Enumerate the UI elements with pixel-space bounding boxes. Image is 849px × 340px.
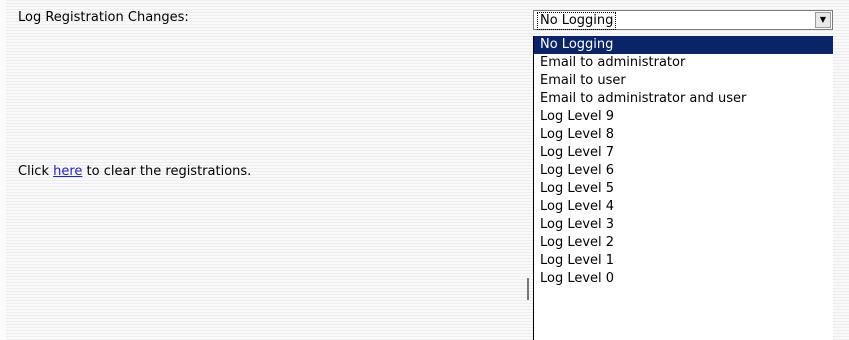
chevron-down-icon[interactable]: ▼	[815, 12, 831, 28]
option-email-administrator[interactable]: Email to administrator	[534, 54, 833, 72]
option-log-level-8[interactable]: Log Level 8	[534, 126, 833, 144]
option-log-level-2[interactable]: Log Level 2	[534, 234, 833, 252]
option-log-level-6[interactable]: Log Level 6	[534, 162, 833, 180]
option-log-level-0[interactable]: Log Level 0	[534, 270, 833, 288]
clear-suffix-text: to clear the registrations.	[82, 164, 252, 179]
option-email-user[interactable]: Email to user	[534, 72, 833, 90]
clear-registrations-text: Click here to clear the registrations.	[18, 164, 251, 180]
option-log-level-1[interactable]: Log Level 1	[534, 252, 833, 270]
option-email-administrator-and-user[interactable]: Email to administrator and user	[534, 90, 833, 108]
obscured-control-edge	[527, 278, 529, 300]
option-log-level-3[interactable]: Log Level 3	[534, 216, 833, 234]
option-no-logging[interactable]: No Logging	[534, 36, 833, 54]
page-left-strip	[0, 0, 6, 340]
option-log-level-7[interactable]: Log Level 7	[534, 144, 833, 162]
log-registration-select[interactable]: No Logging ▼	[533, 10, 833, 30]
log-registration-options[interactable]: No Logging Email to administrator Email …	[533, 36, 833, 340]
option-log-level-9[interactable]: Log Level 9	[534, 108, 833, 126]
option-log-level-5[interactable]: Log Level 5	[534, 180, 833, 198]
log-registration-label: Log Registration Changes:	[18, 10, 189, 25]
clear-prefix-text: Click	[18, 164, 54, 179]
clear-registrations-link[interactable]: here	[53, 164, 82, 179]
option-log-level-4[interactable]: Log Level 4	[534, 198, 833, 216]
select-current-value: No Logging	[537, 12, 617, 30]
